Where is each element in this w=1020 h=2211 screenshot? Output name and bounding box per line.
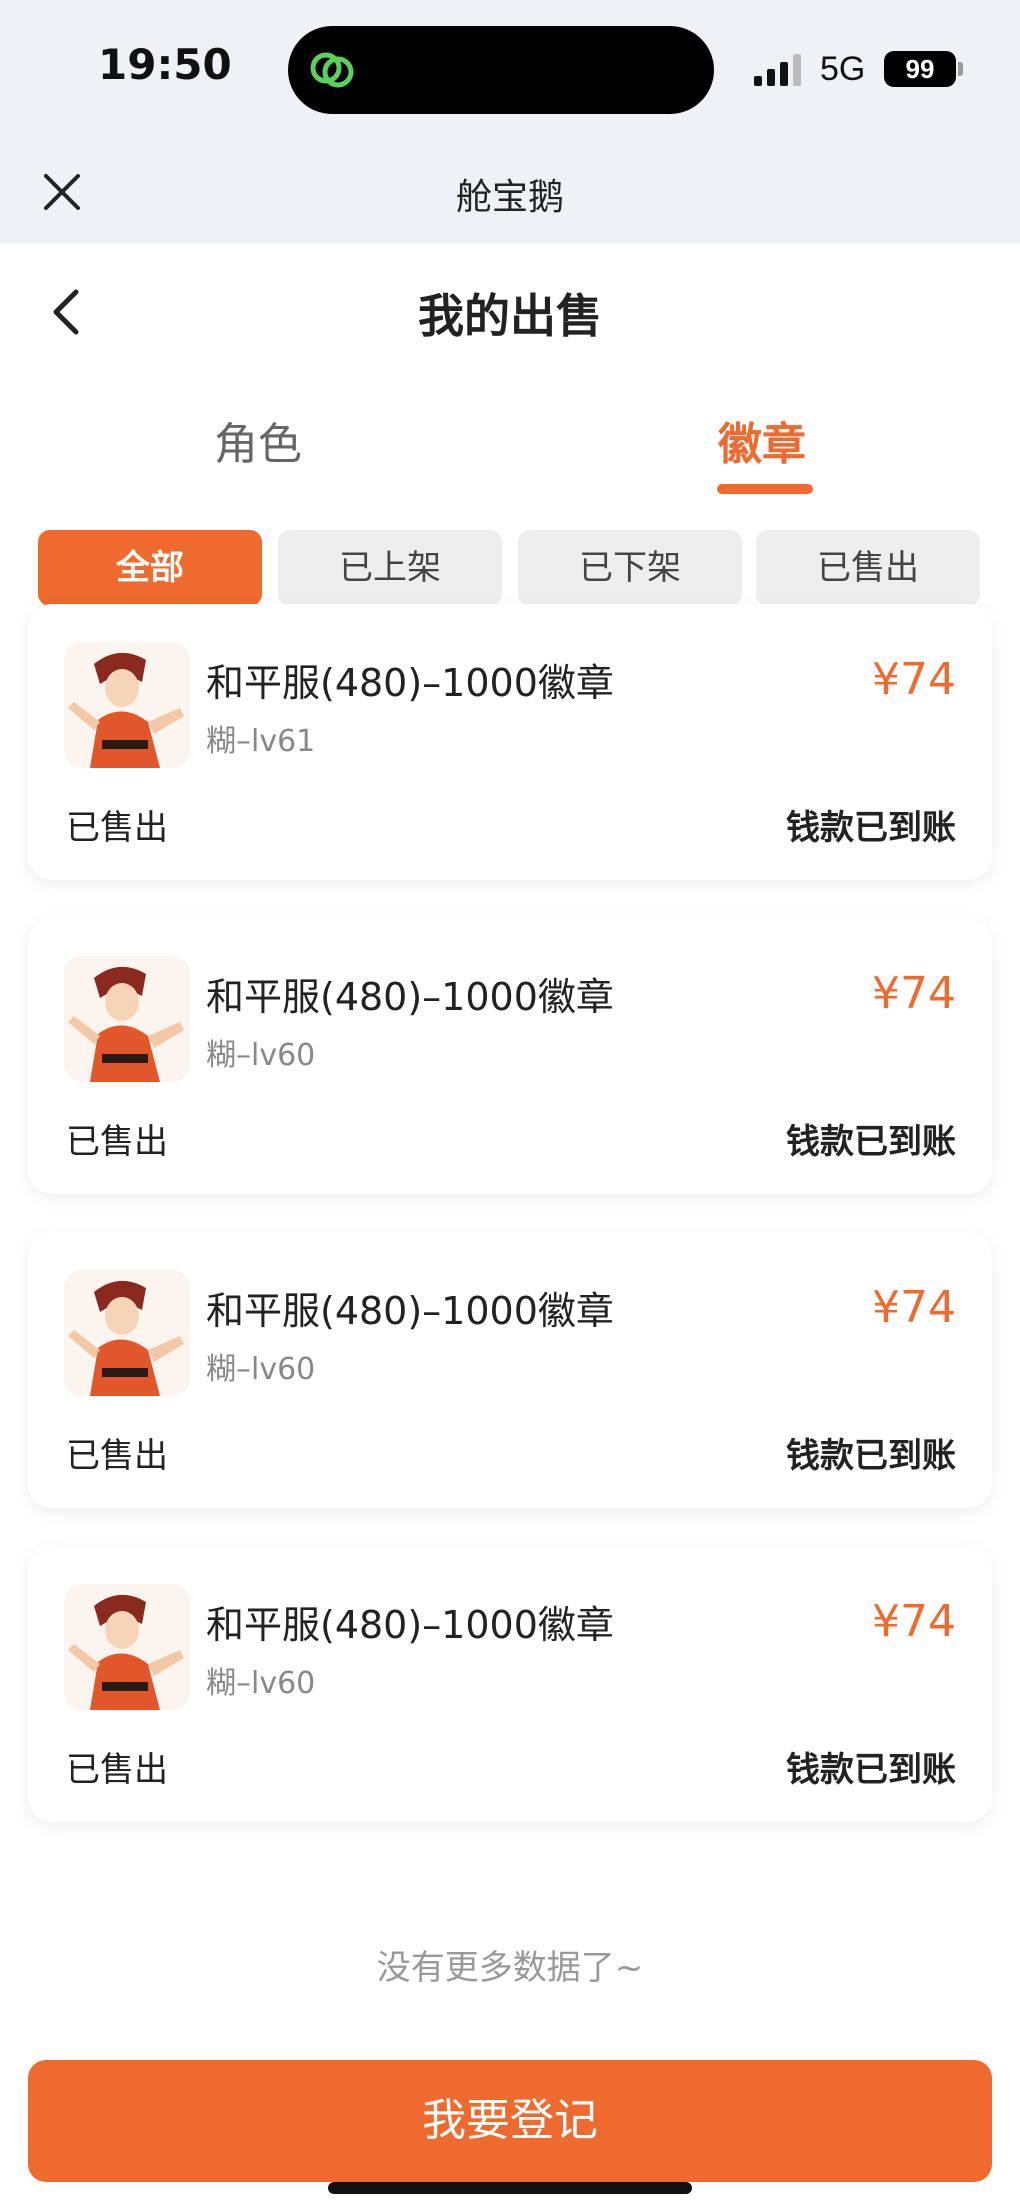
item-payment-status: 钱款已到账 — [786, 1436, 956, 1476]
sale-item-card[interactable]: 和平服(480)–1000徽章 糊–lv60 ¥74 已售出 钱款已到账 — [28, 918, 992, 1194]
item-title: 和平服(480)–1000徽章 — [206, 1289, 614, 1333]
filter-all[interactable]: 全部 — [38, 530, 262, 606]
network-type: 5G — [820, 50, 866, 88]
item-status: 已售出 — [66, 1122, 168, 1162]
dynamic-island — [288, 26, 714, 114]
sale-item-card[interactable]: 和平服(480)–1000徽章 糊–lv60 ¥74 已售出 钱款已到账 — [28, 1232, 992, 1508]
status-time: 19:50 — [98, 40, 232, 89]
signal-icon — [754, 54, 801, 86]
sale-item-card[interactable]: 和平服(480)–1000徽章 糊–lv61 ¥74 已售出 钱款已到账 — [28, 604, 992, 880]
item-price: ¥74 — [872, 1282, 956, 1333]
filter-delisted[interactable]: 已下架 — [518, 530, 742, 606]
no-more-data-text: 没有更多数据了~ — [376, 1948, 644, 1988]
item-seller: 糊–lv61 — [206, 724, 316, 759]
miniprogram-title: 舱宝鹅 — [455, 177, 564, 218]
item-title: 和平服(480)–1000徽章 — [206, 661, 614, 705]
tab-active-indicator — [717, 484, 813, 494]
item-seller: 糊–lv60 — [206, 1352, 316, 1387]
item-status: 已售出 — [66, 808, 168, 848]
item-payment-status: 钱款已到账 — [786, 808, 956, 848]
item-thumbnail — [64, 1270, 190, 1396]
item-status: 已售出 — [66, 1436, 168, 1476]
item-price: ¥74 — [872, 1596, 956, 1647]
item-title: 和平服(480)–1000徽章 — [206, 975, 614, 1019]
item-title: 和平服(480)–1000徽章 — [206, 1603, 614, 1647]
home-indicator — [328, 2182, 692, 2194]
filter-sold[interactable]: 已售出 — [756, 530, 980, 606]
link-icon — [310, 52, 354, 88]
item-thumbnail — [64, 956, 190, 1082]
register-button[interactable]: 我要登记 — [28, 2060, 992, 2182]
battery-level: 99 — [884, 51, 956, 87]
item-seller: 糊–lv60 — [206, 1038, 316, 1073]
item-seller: 糊–lv60 — [206, 1666, 316, 1701]
item-thumbnail — [64, 642, 190, 768]
item-price: ¥74 — [872, 968, 956, 1019]
battery-cap — [958, 62, 963, 76]
item-payment-status: 钱款已到账 — [786, 1750, 956, 1790]
item-price: ¥74 — [872, 654, 956, 705]
tab-roles[interactable]: 角色 — [214, 408, 302, 472]
item-payment-status: 钱款已到账 — [786, 1122, 956, 1162]
sale-item-card[interactable]: 和平服(480)–1000徽章 糊–lv60 ¥74 已售出 钱款已到账 — [28, 1546, 992, 1822]
tab-badges[interactable]: 徽章 — [718, 408, 806, 472]
item-status: 已售出 — [66, 1750, 168, 1790]
filter-listed[interactable]: 已上架 — [278, 530, 502, 606]
item-thumbnail — [64, 1584, 190, 1710]
page-title: 我的出售 — [418, 289, 602, 343]
